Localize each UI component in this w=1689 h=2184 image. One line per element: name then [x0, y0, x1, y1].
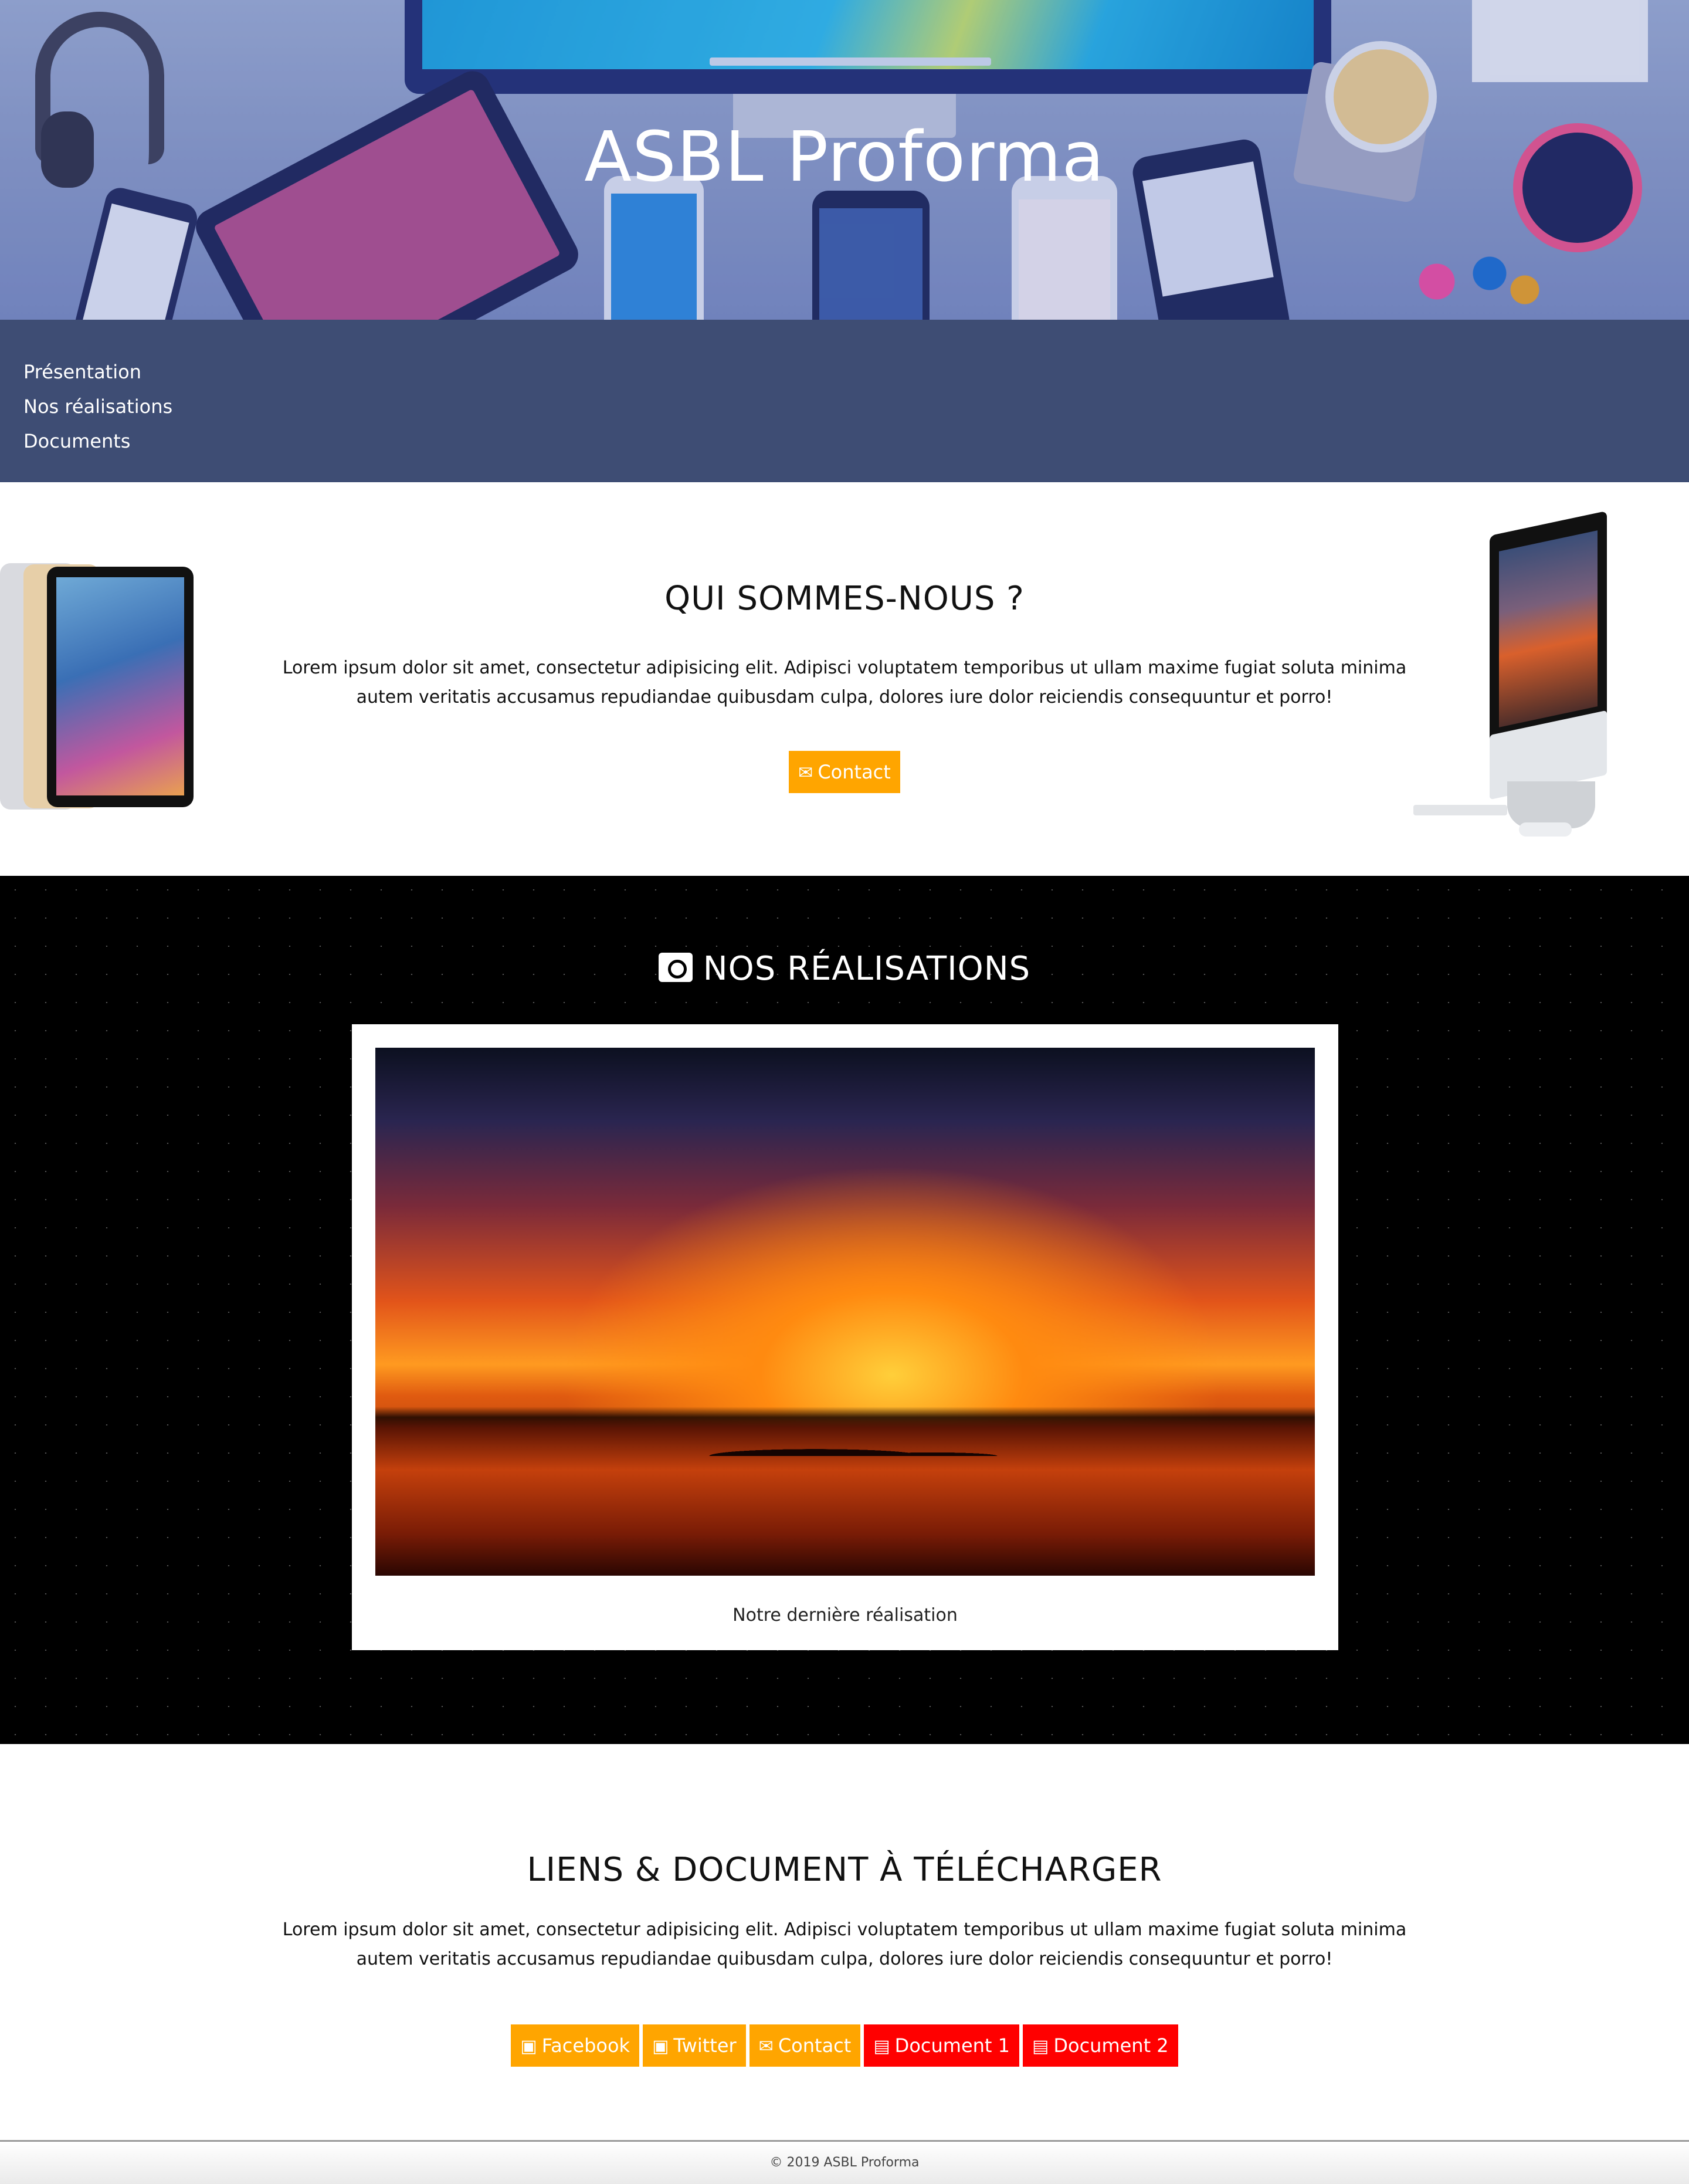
photo-caption: Notre dernière réalisation: [732, 1605, 958, 1626]
realisations-title-text: NOS RÉALISATIONS: [703, 950, 1031, 988]
file-icon: ▤: [873, 2036, 890, 2057]
site-title: ASBL Proforma: [584, 116, 1105, 197]
sunset-photo: [375, 1048, 1315, 1576]
links-buttons: ▣ Facebook ▣ Twitter ✉ Contact ▤ Document 1 …: [0, 2024, 1689, 2067]
latest-work-card: Notre dernière réalisation: [352, 1024, 1338, 1650]
about-title: QUI SOMMES-NOUS ?: [664, 580, 1025, 618]
contact-link-button-label: Contact: [778, 2034, 852, 2057]
hero-banner: ASBL Proforma: [0, 0, 1689, 320]
facebook-icon: ▣: [520, 2036, 537, 2057]
contact-button[interactable]: ✉ Contact: [789, 751, 900, 793]
twitter-button-label: Twitter: [673, 2034, 737, 2057]
copyright-text: © 2019 ASBL Proforma: [769, 2155, 920, 2170]
facebook-button-label: Facebook: [541, 2034, 630, 2057]
links-text: Lorem ipsum dolor sit amet, consectetur …: [282, 1919, 1407, 1969]
document-1-button-label: Document 1: [894, 2034, 1010, 2057]
main-nav: Présentation Nos réalisations Documents: [0, 320, 1689, 482]
realisations-section: NOS RÉALISATIONS Notre dernière réalisat…: [0, 876, 1689, 1744]
twitter-icon: ▣: [652, 2036, 669, 2057]
envelope-icon: ✉: [758, 2036, 774, 2057]
about-text: Lorem ipsum dolor sit amet, consectetur …: [282, 658, 1407, 707]
realisations-title: NOS RÉALISATIONS: [0, 950, 1689, 988]
camera-icon: [658, 953, 693, 982]
about-actions: ✉ Contact: [0, 751, 1689, 793]
envelope-icon: ✉: [798, 763, 813, 783]
links-section: LIENS & DOCUMENT À TÉLÉCHARGER Lorem ips…: [0, 1744, 1689, 2140]
links-title: LIENS & DOCUMENT À TÉLÉCHARGER: [527, 1851, 1162, 1889]
facebook-button[interactable]: ▣ Facebook: [511, 2024, 640, 2067]
document-1-button[interactable]: ▤ Document 1: [864, 2024, 1019, 2067]
about-section: QUI SOMMES-NOUS ? Lorem ipsum dolor sit …: [0, 482, 1689, 876]
nav-item-presentation[interactable]: Présentation: [23, 355, 1689, 390]
contact-link-button[interactable]: ✉ Contact: [749, 2024, 861, 2067]
document-2-button-label: Document 2: [1053, 2034, 1169, 2057]
contact-button-label: Contact: [818, 761, 891, 783]
page-footer: © 2019 ASBL Proforma: [0, 2140, 1689, 2184]
twitter-button[interactable]: ▣ Twitter: [643, 2024, 746, 2067]
file-icon: ▤: [1032, 2036, 1049, 2057]
nav-item-realisations[interactable]: Nos réalisations: [23, 390, 1689, 424]
nav-item-documents[interactable]: Documents: [23, 424, 1689, 459]
document-2-button[interactable]: ▤ Document 2: [1022, 2024, 1178, 2067]
